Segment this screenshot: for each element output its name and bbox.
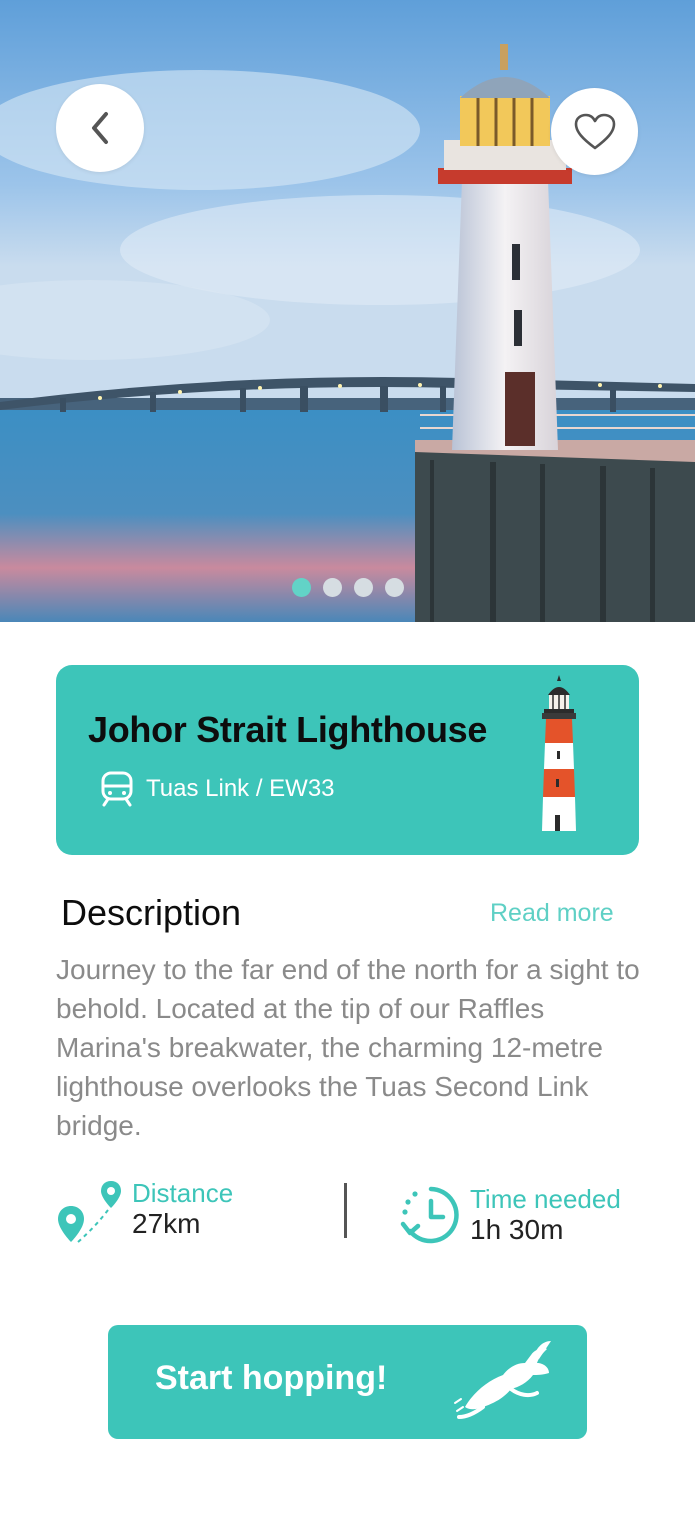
start-hopping-button[interactable]: Start hopping! (108, 1325, 587, 1439)
carousel-dot[interactable] (354, 578, 373, 597)
carousel-indicator (292, 578, 404, 597)
time-stat: Time needed 1h 30m (400, 1184, 621, 1246)
place-title-card: Johor Strait Lighthouse Tuas Link / EW33 (56, 665, 639, 855)
description-text: Journey to the far end of the north for … (56, 954, 640, 1141)
carousel-dot[interactable] (323, 578, 342, 597)
route-pin-icon (58, 1181, 121, 1243)
heart-outline-icon (574, 113, 615, 149)
distance-stat: Distance 27km (56, 1178, 233, 1248)
start-hopping-label: Start hopping! (155, 1359, 388, 1397)
description-heading: Description (61, 892, 242, 933)
distance-value: 27km (132, 1208, 201, 1239)
station-info: Tuas Link / EW33 (100, 771, 335, 807)
read-more-link[interactable]: Read more (490, 899, 614, 928)
hero-image (0, 0, 695, 622)
time-value: 1h 30m (470, 1214, 564, 1245)
stat-divider (344, 1183, 347, 1238)
lighthouse-icon (542, 675, 576, 831)
station-name: Tuas Link / EW33 (146, 775, 335, 802)
clock-history-icon (400, 1186, 459, 1244)
back-button[interactable] (56, 84, 144, 172)
favorite-button[interactable] (551, 88, 638, 175)
train-icon (101, 771, 133, 807)
chevron-left-icon (92, 112, 108, 144)
carousel-dot-active[interactable] (292, 578, 311, 597)
place-name: Johor Strait Lighthouse (88, 709, 488, 750)
carousel-dot[interactable] (385, 578, 404, 597)
rabbit-icon (454, 1341, 551, 1419)
distance-label: Distance (132, 1178, 234, 1208)
time-label: Time needed (470, 1184, 621, 1214)
